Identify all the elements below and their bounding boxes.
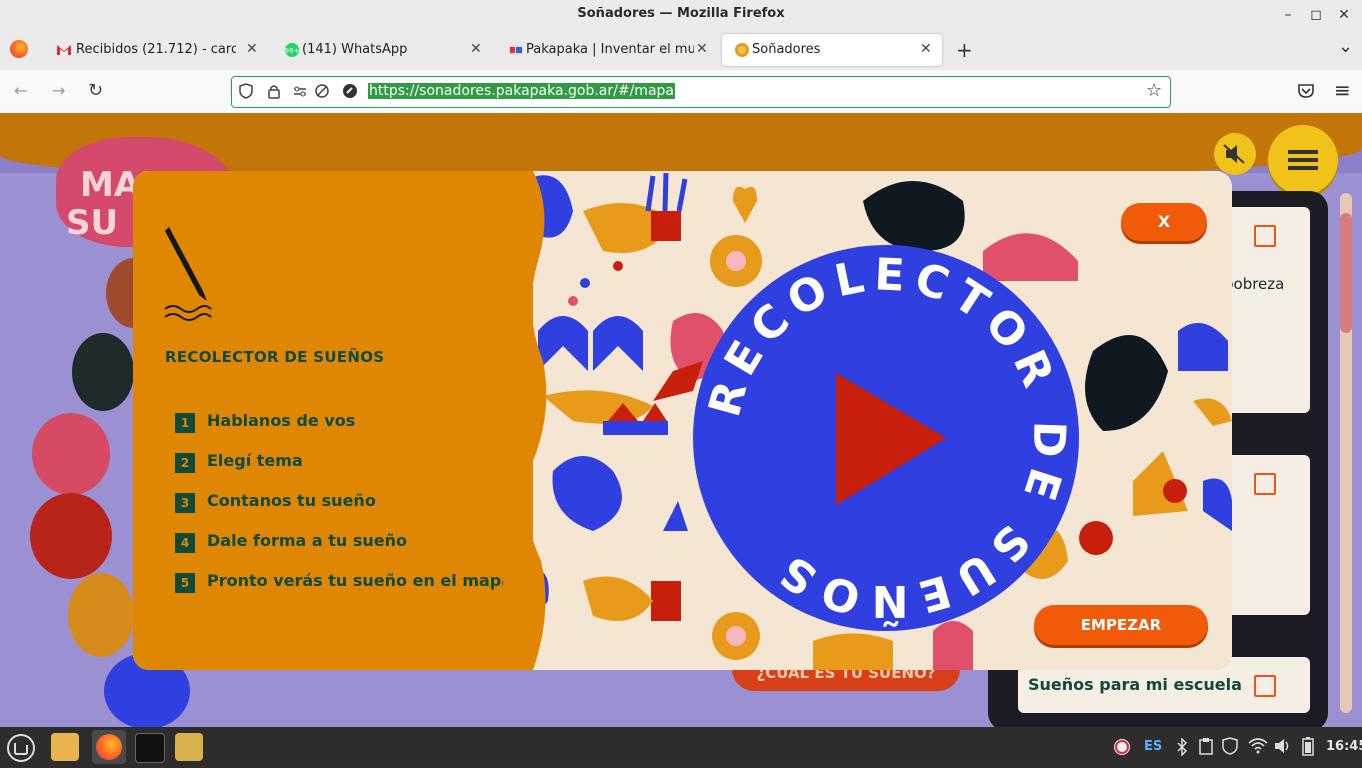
url-text[interactable]: https://sonadores.pakapaka.gob.ar/#/mapa — [368, 83, 675, 99]
forward-button[interactable]: → — [52, 81, 65, 100]
tab-label: Recibidos (21.712) - carolina — [76, 42, 236, 57]
shield-icon[interactable] — [238, 83, 254, 99]
battery-icon[interactable] — [1302, 736, 1314, 756]
tab-close-icon[interactable]: ✕ — [696, 41, 708, 57]
tab-label: Pakapaka | Inventar el mund — [526, 42, 694, 57]
bluetooth-icon[interactable] — [1176, 738, 1188, 756]
app-menu-button[interactable]: ≡ — [1334, 78, 1351, 102]
mute-button[interactable] — [1214, 133, 1256, 175]
expand-icon[interactable] — [1254, 473, 1276, 495]
clipboard-icon[interactable] — [1198, 737, 1214, 755]
tab-close-icon[interactable]: ✕ — [470, 41, 482, 57]
terminal-icon[interactable] — [135, 733, 165, 763]
card-title: Sueños para mi escuela — [1028, 675, 1242, 694]
tab-label: (141) WhatsApp — [302, 42, 408, 57]
tracking-blocked-icon[interactable] — [314, 83, 330, 99]
volume-icon[interactable] — [1274, 738, 1292, 754]
shield-tray-icon[interactable] — [1222, 737, 1238, 755]
firefox-taskbar-button[interactable] — [92, 730, 126, 764]
bookmark-star-icon[interactable]: ☆ — [1146, 80, 1162, 101]
expand-icon[interactable] — [1254, 225, 1276, 247]
card-text: pobreza — [1224, 275, 1285, 293]
step-label: Hablanos de vos — [207, 411, 356, 430]
window-titlebar: Soñadores — Mozilla Firefox – ◻ ✕ — [0, 0, 1362, 30]
permissions-icon[interactable] — [292, 83, 308, 99]
heart-bubble[interactable] — [68, 573, 134, 657]
minimize-button[interactable]: – — [1278, 5, 1298, 25]
modal-heading: RECOLECTOR DE SUEÑOS — [165, 348, 385, 366]
speaker-muted-icon — [1223, 144, 1245, 164]
step-number: 1 — [175, 413, 195, 433]
step-number: 4 — [175, 533, 195, 553]
reload-button[interactable]: ↻ — [88, 80, 103, 101]
pencil-icon — [164, 227, 212, 321]
pakapaka-icon — [509, 45, 523, 55]
new-tab-button[interactable]: + — [956, 38, 973, 62]
step-label: Contanos tu sueño — [207, 491, 376, 510]
tab-close-icon[interactable]: ✕ — [246, 41, 258, 57]
tab-close-icon[interactable]: ✕ — [920, 41, 932, 57]
navigation-bar: ← → ↻ https://sonadores.pakapaka.gob.ar/… — [0, 70, 1362, 114]
keyboard-layout[interactable]: ES — [1144, 739, 1162, 754]
expand-icon[interactable] — [1254, 675, 1276, 697]
hand-bubble[interactable] — [72, 333, 134, 411]
tab-gmail[interactable]: Recibidos (21.712) - carolina ✕ — [44, 34, 262, 66]
dream-collector-modal: RECOLECTOR DE SUEÑOS 1 Hablanos de vos 2… — [133, 171, 1232, 670]
step-label: Pronto verás tu sueño en el mapa — [207, 571, 513, 590]
folder-icon[interactable] — [175, 733, 203, 761]
step-number: 5 — [175, 573, 195, 593]
firefox-view-icon[interactable] — [10, 40, 28, 58]
url-bar[interactable]: https://sonadores.pakapaka.gob.ar/#/mapa… — [231, 76, 1171, 108]
window-title: Soñadores — Mozilla Firefox — [577, 6, 785, 21]
panel-wave-edge — [503, 171, 547, 670]
pocket-icon[interactable] — [1297, 83, 1315, 99]
people-bubble[interactable] — [32, 413, 110, 495]
step-label: Dale forma a tu sueño — [207, 531, 407, 550]
svg-text:99+: 99+ — [285, 47, 300, 55]
step-number: 3 — [175, 493, 195, 513]
close-window-button[interactable]: ✕ — [1334, 5, 1354, 25]
tab-label: Soñadores — [752, 42, 821, 57]
scrollbar[interactable] — [1340, 193, 1352, 713]
hamburger-icon — [1288, 150, 1318, 170]
video-play-button[interactable]: RECOLECTOR DE SUEÑOS — [691, 243, 1081, 633]
whatsapp-icon: 99+ — [285, 43, 300, 57]
wifi-icon[interactable] — [1248, 738, 1268, 754]
clock-alarm-icon[interactable] — [1112, 737, 1132, 757]
step-label: Elegí tema — [207, 451, 303, 470]
tab-strip: Recibidos (21.712) - carolina ✕ 99+ (141… — [0, 30, 1362, 70]
files-icon[interactable] — [51, 733, 79, 761]
list-all-tabs-button[interactable]: ⌄ — [1338, 36, 1353, 57]
step-number: 2 — [175, 453, 195, 473]
sonadores-icon — [735, 43, 749, 57]
taskbar: ES 16:45 — [0, 727, 1362, 768]
main-menu-button[interactable] — [1268, 125, 1338, 195]
close-modal-button[interactable]: X — [1121, 203, 1207, 241]
site-info-icon[interactable] — [342, 83, 358, 99]
tab-sonadores[interactable]: Soñadores ✕ — [722, 34, 942, 66]
gmail-icon — [57, 45, 71, 55]
tab-whatsapp[interactable]: 99+ (141) WhatsApp ✕ — [272, 34, 490, 66]
clock-time[interactable]: 16:45 — [1326, 739, 1362, 754]
mint-menu-icon[interactable] — [6, 733, 36, 763]
back-button[interactable]: ← — [14, 81, 27, 100]
logo-text-2: SU — [66, 203, 119, 243]
tab-pakapaka[interactable]: Pakapaka | Inventar el mund ✕ — [496, 34, 716, 66]
maximize-button[interactable]: ◻ — [1306, 5, 1326, 25]
start-button[interactable]: EMPEZAR — [1034, 605, 1208, 645]
steps-panel: RECOLECTOR DE SUEÑOS 1 Hablanos de vos 2… — [133, 171, 533, 670]
pencil-bubble[interactable] — [30, 493, 112, 579]
lock-icon[interactable] — [266, 83, 282, 99]
